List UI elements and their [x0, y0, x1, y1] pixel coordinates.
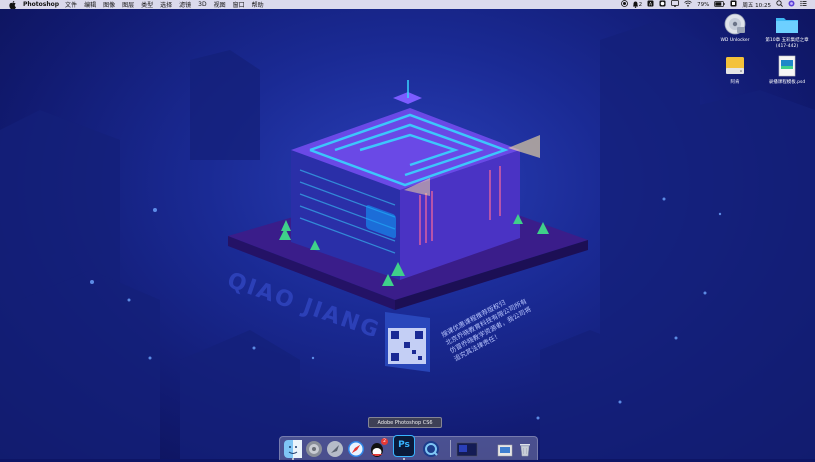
desktop-icon-wd-unlocker[interactable]: WD Unlocker	[710, 12, 760, 44]
quicktime-icon[interactable]	[422, 440, 440, 458]
desktop-wallpaper: QIAO JIANG 搜课优惠课程推荐版权归 北京乔晓教育科技有限公司所有 仿冒…	[0, 0, 815, 459]
dock: 2 Ps	[279, 435, 538, 460]
downloads-icon[interactable]	[496, 440, 514, 458]
notification-center-icon[interactable]	[800, 0, 807, 9]
display-icon[interactable]	[671, 0, 680, 9]
wallpaper-art	[0, 20, 815, 459]
desktop-icon-chapter-folder[interactable]: 第10章 五彩集结之章 (417-442)	[762, 12, 812, 49]
menu-window[interactable]: 窗口	[233, 0, 245, 9]
battery-icon[interactable]	[714, 0, 725, 9]
psd-file-icon	[775, 54, 799, 78]
app-name-menu[interactable]: Photoshop	[23, 1, 59, 8]
menu-edit[interactable]: 编辑	[84, 0, 96, 9]
running-indicator	[403, 458, 405, 460]
menu-bar: Photoshop 文件 编辑 图像 图层 类型 选择 滤镜 3D 视图 窗口 …	[0, 0, 815, 9]
record-icon[interactable]	[620, 0, 628, 9]
menu-filter[interactable]: 滤镜	[179, 0, 191, 9]
apple-menu-icon[interactable]	[8, 0, 17, 9]
status-area: 2 A 79% 周五 10:25	[620, 0, 807, 9]
folder-icon	[775, 12, 799, 36]
clock[interactable]: 周五 10:25	[742, 1, 771, 9]
screen-preview-icon[interactable]	[456, 440, 478, 458]
menu-help[interactable]: 帮助	[252, 0, 264, 9]
desktop-icon-label: 第10章 五彩集结之章 (417-442)	[765, 38, 809, 49]
wechat-icon[interactable]	[659, 0, 666, 9]
desktop-icon-label: 阿肯	[730, 80, 740, 85]
input-method-icon[interactable]: A	[647, 0, 654, 9]
watermark-plaque	[385, 312, 430, 372]
dock-separator	[450, 440, 451, 457]
dock-tooltip: Adobe Photoshop CS6	[368, 417, 442, 428]
safari-icon[interactable]	[347, 440, 365, 458]
qq-badge: 2	[381, 438, 388, 445]
qq-icon[interactable]: 2	[368, 438, 388, 458]
drive-icon	[723, 54, 747, 78]
menu-image[interactable]: 图像	[103, 0, 115, 9]
launchpad-icon[interactable]	[326, 440, 344, 458]
desktop-icon-label: WD Unlocker	[720, 38, 750, 43]
system-prefs-icon[interactable]	[305, 440, 323, 458]
finder-icon[interactable]	[284, 440, 302, 460]
photoshop-icon[interactable]: Ps	[393, 435, 415, 460]
desktop-icon-drive[interactable]: 阿肯	[710, 54, 760, 86]
running-indicator	[292, 458, 294, 460]
desktop-icon-label: 录播课程模板.psd	[768, 80, 806, 85]
battery-percent: 79%	[697, 1, 710, 8]
menu-3d[interactable]: 3D	[198, 1, 206, 8]
desktop-icon-psd-file[interactable]: 录播课程模板.psd	[762, 54, 812, 86]
siri-icon[interactable]	[788, 0, 795, 9]
menu-file[interactable]: 文件	[65, 0, 77, 9]
menu-layer[interactable]: 图层	[122, 0, 134, 9]
photoshop-label: Ps	[398, 440, 410, 450]
menu-type[interactable]: 类型	[141, 0, 153, 9]
wifi-icon[interactable]	[684, 0, 692, 9]
notification-count: 2	[638, 1, 643, 8]
trash-icon[interactable]	[516, 440, 534, 458]
menu-view[interactable]: 视图	[214, 0, 226, 9]
notification-icon[interactable]: 2	[632, 1, 643, 8]
menu-select[interactable]: 选择	[160, 0, 172, 9]
flag-icon[interactable]	[730, 0, 737, 9]
disc-icon	[723, 12, 747, 36]
search-icon[interactable]	[776, 0, 783, 9]
